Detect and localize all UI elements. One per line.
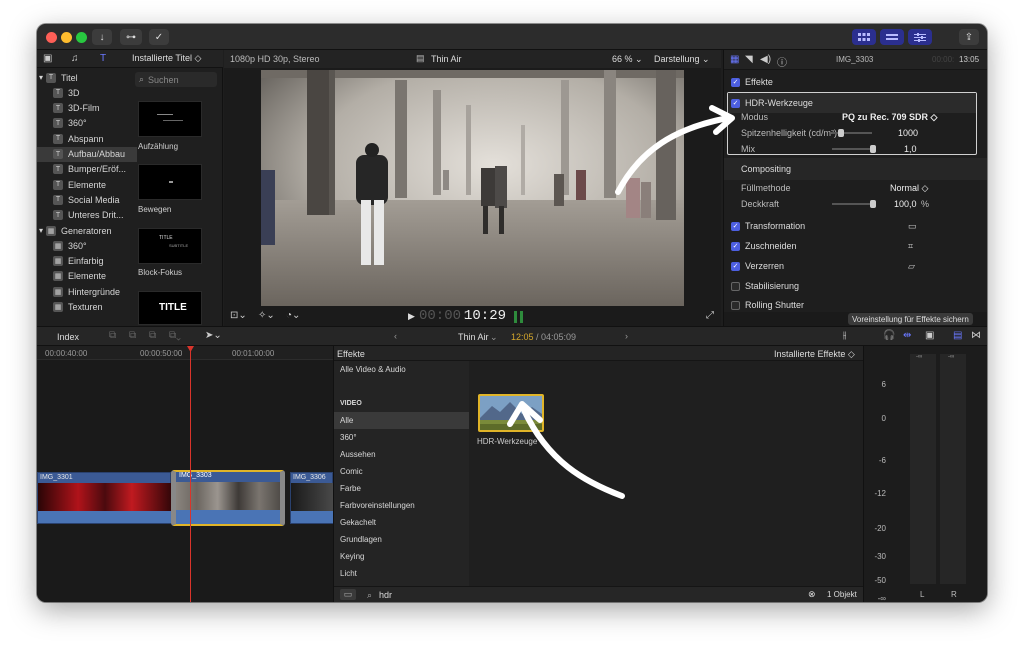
arrow-to-hdr-tools bbox=[615, 115, 731, 195]
annotation-arrows bbox=[507, 105, 735, 499]
arrow-to-effect-thumb bbox=[521, 407, 625, 499]
